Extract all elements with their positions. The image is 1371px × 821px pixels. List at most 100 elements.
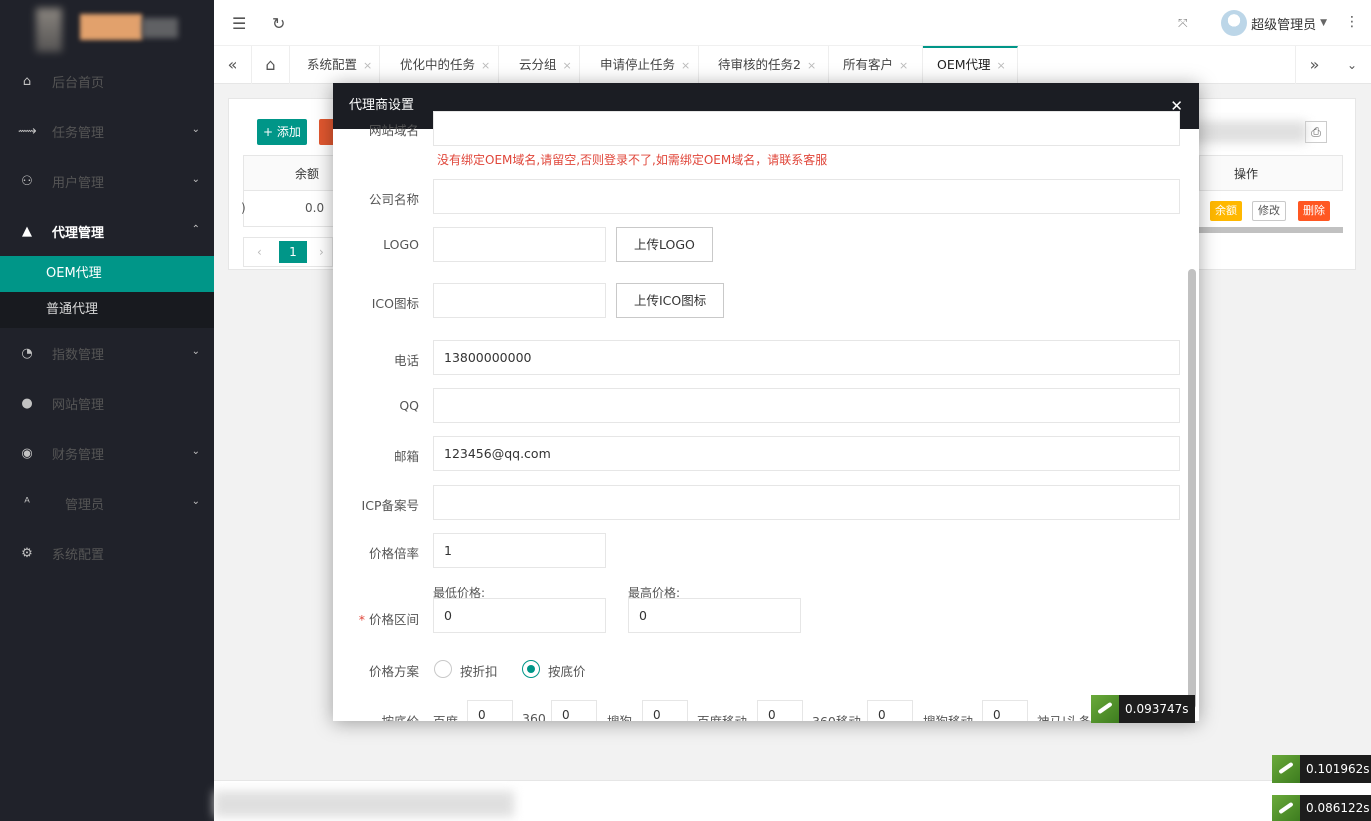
- tabs-scroll-left-icon[interactable]: «: [214, 46, 252, 84]
- sidebar-item-tasks[interactable]: ⟿ 任务管理 ⌄: [0, 106, 214, 156]
- dialog-scrollbar[interactable]: [1188, 269, 1196, 709]
- column-header-action: 操作: [1234, 167, 1259, 181]
- min-price-input[interactable]: 0: [433, 598, 606, 633]
- page-next-icon[interactable]: ›: [319, 245, 324, 259]
- tab-pending-tasks[interactable]: 待审核的任务2 ×: [704, 46, 829, 84]
- ico-input[interactable]: [433, 283, 606, 318]
- close-icon[interactable]: ×: [807, 59, 816, 72]
- engine-label-baidu-mobile: 百度移动: [697, 711, 747, 721]
- close-icon[interactable]: ×: [363, 59, 372, 72]
- chevron-up-icon: ⌃: [191, 224, 200, 235]
- price-rate-label: 价格倍率: [368, 546, 419, 561]
- close-icon[interactable]: ×: [681, 59, 690, 72]
- sidebar-item-label: 系统配置: [51, 547, 104, 563]
- price-scheme-label: 价格方案: [368, 664, 419, 679]
- row-cell-id: ): [241, 201, 246, 215]
- tab-cloud-group[interactable]: 云分组 ×: [505, 46, 580, 84]
- tab-system-config[interactable]: 系统配置 ×: [293, 46, 380, 84]
- chevron-down-icon: ⌄: [191, 446, 200, 457]
- page-current[interactable]: 1: [279, 241, 307, 263]
- caret-down-icon: ▼: [1320, 18, 1327, 28]
- footer: [214, 780, 1371, 821]
- sidebar-item-label: 代理管理: [51, 225, 104, 241]
- close-icon[interactable]: ×: [563, 59, 572, 72]
- engine-input-360-mobile[interactable]: 0: [867, 700, 913, 721]
- engine-input-baidu[interactable]: 0: [467, 700, 513, 721]
- sidebar-item-agents[interactable]: ▲ 代理管理 ⌃: [0, 206, 214, 256]
- more-vertical-icon[interactable]: ⋮: [1345, 14, 1359, 30]
- engine-label-360: 360: [522, 711, 546, 721]
- sidebar-item-finance[interactable]: ◉ 财务管理 ⌄: [0, 428, 214, 478]
- tab-all-customers[interactable]: 所有客户 ×: [829, 46, 923, 84]
- domain-input[interactable]: [433, 111, 1180, 146]
- table-horizontal-scrollbar[interactable]: [1199, 227, 1343, 233]
- add-button[interactable]: + 添加: [257, 119, 307, 145]
- sidebar-subitem-normal[interactable]: 普通代理: [0, 292, 214, 328]
- table-row: [243, 191, 347, 227]
- tab-bar: « ⌂ 系统配置 × 优化中的任务 × 云分组 × 申请停止任务 × 待审核的任务2 × …: [214, 46, 1371, 84]
- close-icon[interactable]: ×: [481, 59, 490, 72]
- sidebar-item-users[interactable]: ⚇ 用户管理 ⌄: [0, 156, 214, 206]
- logo-input[interactable]: [433, 227, 606, 262]
- close-icon[interactable]: ×: [997, 59, 1006, 72]
- tab-stop-requests[interactable]: 申请停止任务 ×: [586, 46, 699, 84]
- engine-label-360-mobile: 360移动: [812, 711, 861, 721]
- print-icon[interactable]: ⎙: [1305, 121, 1327, 143]
- phone-label: 电话: [393, 353, 419, 368]
- edit-button[interactable]: 修改: [1252, 201, 1286, 221]
- sidebar-item-sites[interactable]: ● 网站管理: [0, 378, 214, 428]
- ico-label: ICO图标: [371, 296, 419, 311]
- user-menu[interactable]: 超级管理员 ▼: [1221, 10, 1327, 36]
- icp-input[interactable]: [433, 485, 1180, 520]
- close-icon[interactable]: ×: [899, 59, 908, 72]
- dialog-body: 网站域名 没有绑定OEM域名,请留空,否则登录不了,如需绑定OEM域名，请联系客…: [333, 111, 1199, 721]
- balance-button[interactable]: 余额: [1210, 201, 1242, 221]
- batch-delete-button[interactable]: [319, 119, 333, 145]
- upload-ico-button[interactable]: 上传ICO图标: [616, 283, 725, 318]
- icp-label: ICP备案号: [361, 498, 419, 513]
- engine-input-sogou-mobile[interactable]: 0: [982, 700, 1028, 721]
- leaf-logo-icon: [1272, 755, 1300, 783]
- engine-input-360[interactable]: 0: [551, 700, 597, 721]
- engine-label-sogou: 搜狗: [607, 711, 632, 721]
- sidebar-item-settings[interactable]: ⚙ 系统配置: [0, 528, 214, 578]
- engine-input-baidu-mobile[interactable]: 0: [757, 700, 803, 721]
- menu-toggle-icon[interactable]: ☰: [232, 14, 246, 33]
- engine-label-sogou-mobile: 搜狗移动: [923, 711, 973, 721]
- sidebar-item-label: 任务管理: [51, 125, 104, 141]
- phone-input[interactable]: 13800000000: [433, 340, 1180, 375]
- row-cell-balance: 0.0: [305, 201, 325, 215]
- company-input[interactable]: [433, 179, 1180, 214]
- fullscreen-icon[interactable]: ⤧: [1178, 16, 1188, 31]
- tabs-menu-chevron-icon[interactable]: ⌄: [1333, 46, 1371, 84]
- scheme-floor-label: 按底价: [548, 664, 586, 679]
- delete-button[interactable]: 删除: [1298, 201, 1330, 221]
- sidebar-item-home[interactable]: ⌂ 后台首页: [0, 56, 214, 106]
- sidebar-subitem-oem[interactable]: OEM代理: [0, 256, 214, 292]
- sidebar-item-label: 管理员: [64, 497, 104, 513]
- agent-settings-dialog: 代理商设置 ✕ 网站域名 没有绑定OEM域名,请留空,否则登录不了,如需绑定OE…: [333, 83, 1199, 721]
- email-input[interactable]: 123456@qq.com: [433, 436, 1180, 471]
- sidebar-item-index[interactable]: ◔ 指数管理 ⌄: [0, 328, 214, 378]
- max-price-input[interactable]: 0: [628, 598, 801, 633]
- home-tab-icon[interactable]: ⌂: [252, 46, 290, 84]
- engine-label-baidu: 百度: [433, 711, 458, 721]
- scheme-floor-radio[interactable]: [522, 660, 540, 678]
- logo-label: LOGO: [383, 237, 419, 252]
- tab-optimizing-tasks[interactable]: 优化中的任务 ×: [386, 46, 499, 84]
- price-rate-input[interactable]: 1: [433, 533, 606, 568]
- engine-input-sogou[interactable]: 0: [642, 700, 688, 721]
- avatar: [1221, 10, 1248, 36]
- sidebar-submenu: OEM代理 普通代理: [0, 256, 214, 328]
- refresh-icon[interactable]: ↻: [272, 14, 285, 33]
- qq-input[interactable]: [433, 388, 1180, 423]
- scheme-discount-radio[interactable]: [434, 660, 452, 678]
- sidebar-item-admins[interactable]: ᴬ 管理员 ⌄: [0, 478, 214, 528]
- company-label: 公司名称: [368, 192, 419, 207]
- top-header: ☰ ↻ ⤧ 超级管理员 ▼ ⋮: [214, 0, 1371, 46]
- upload-logo-button[interactable]: 上传LOGO: [616, 227, 713, 262]
- page-prev-icon[interactable]: ‹: [257, 245, 262, 259]
- tab-oem-agent[interactable]: OEM代理 ×: [923, 46, 1018, 84]
- sidebar-item-label: 用户管理: [51, 175, 104, 191]
- tabs-scroll-right-icon[interactable]: »: [1295, 46, 1333, 84]
